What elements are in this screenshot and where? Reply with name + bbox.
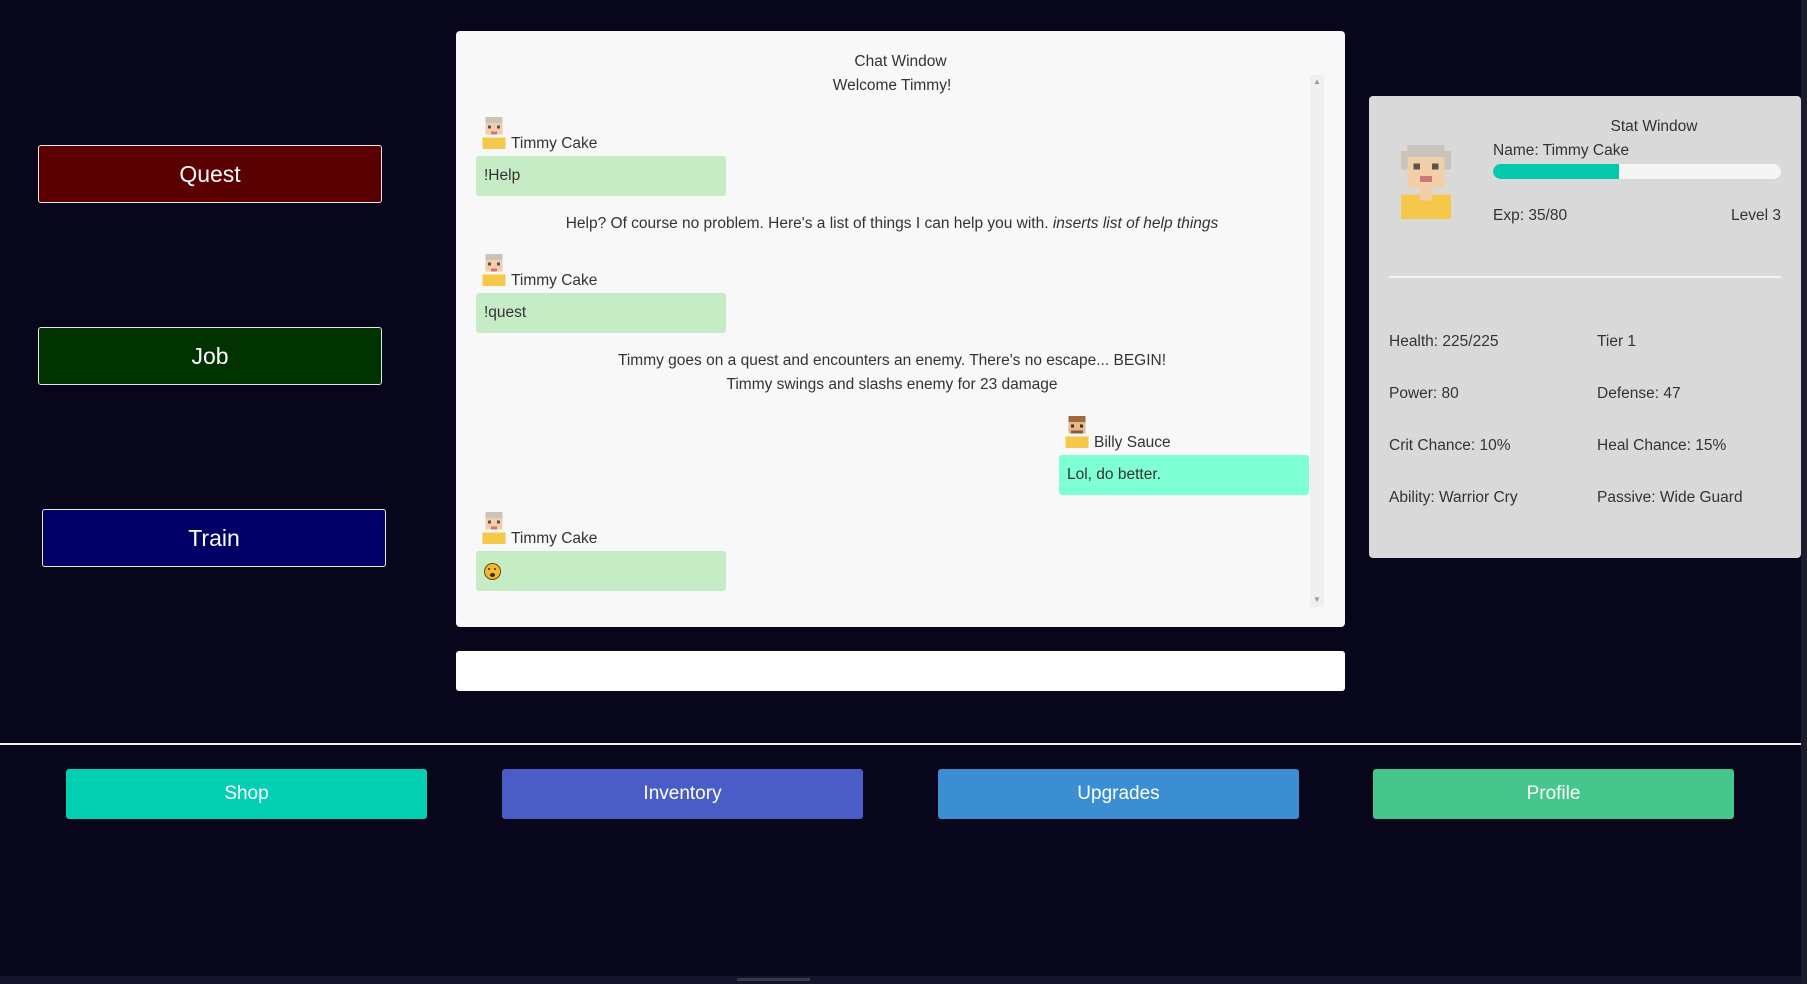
level-text: Level 3 [1731, 207, 1781, 224]
scroll-down-arrow-icon[interactable]: ▼ [1310, 593, 1324, 607]
horizontal-scrollbar[interactable] [0, 976, 1801, 984]
chat-window-title: Chat Window [854, 53, 947, 70]
horizontal-scroll-thumb[interactable] [737, 978, 810, 981]
player-name: Name: Timmy Cake [1493, 142, 1630, 159]
quest-narration: Timmy goes on a quest and encounters an … [617, 352, 1167, 369]
chat-scrollbar[interactable]: ▲ ▼ [1310, 75, 1324, 607]
message-bubble: !Help [476, 156, 726, 196]
surprised-face-icon [484, 562, 501, 580]
player-avatar-icon [1401, 144, 1451, 220]
bot-response-text: Help? Of course no problem. Here's a lis… [565, 215, 1049, 232]
train-button[interactable]: Train [42, 509, 386, 567]
stat-health: Health: 225/225 [1389, 333, 1499, 350]
upgrades-button[interactable]: Upgrades [938, 769, 1299, 819]
window-scrollbar[interactable] [1801, 0, 1807, 984]
message-username: Timmy Cake [511, 135, 598, 152]
stat-window-title: Stat Window [1610, 118, 1698, 135]
quest-button[interactable]: Quest [38, 145, 382, 203]
stat-window: Stat Window Name: Timmy Cake Exp: 35/80 … [1369, 96, 1801, 558]
bot-response-emphasis: inserts list of help things [1052, 215, 1219, 232]
job-button[interactable]: Job [38, 327, 382, 385]
timmy-avatar-icon [482, 117, 506, 149]
inventory-button[interactable]: Inventory [502, 769, 863, 819]
billy-avatar-icon [1065, 416, 1089, 448]
chat-welcome-text: Welcome Timmy! [832, 77, 952, 94]
chat-input[interactable] [456, 651, 1345, 691]
message-username: Timmy Cake [511, 272, 598, 289]
stat-power: Power: 80 [1389, 385, 1459, 402]
stat-defense: Defense: 47 [1597, 385, 1681, 402]
bot-response: Help? Of course no problem. Here's a lis… [456, 215, 1328, 233]
exp-progress-fill [1493, 164, 1619, 179]
stat-passive: Passive: Wide Guard [1597, 489, 1743, 506]
message-username: Timmy Cake [511, 530, 598, 547]
quest-damage-line: Timmy swings and slashs enemy for 23 dam… [726, 376, 1058, 393]
exp-text: Exp: 35/80 [1493, 207, 1568, 224]
timmy-avatar-icon [482, 254, 506, 286]
stat-divider [1389, 276, 1781, 278]
message-bubble [476, 551, 726, 591]
chat-window: Chat Window Welcome Timmy! Timmy Cake !H… [456, 31, 1345, 627]
timmy-avatar-icon [482, 512, 506, 544]
profile-button[interactable]: Profile [1373, 769, 1734, 819]
scroll-up-arrow-icon[interactable]: ▲ [1310, 75, 1324, 89]
message-bubble: !quest [476, 293, 726, 333]
stat-tier: Tier 1 [1597, 333, 1637, 350]
stat-heal-chance: Heal Chance: 15% [1597, 437, 1727, 454]
stat-ability: Ability: Warrior Cry [1389, 489, 1518, 506]
exp-progress-bar [1493, 164, 1781, 179]
bottom-divider [0, 743, 1801, 745]
shop-button[interactable]: Shop [66, 769, 427, 819]
message-bubble: Lol, do better. [1059, 455, 1309, 495]
stat-crit-chance: Crit Chance: 10% [1389, 437, 1511, 454]
message-username: Billy Sauce [1094, 434, 1171, 451]
